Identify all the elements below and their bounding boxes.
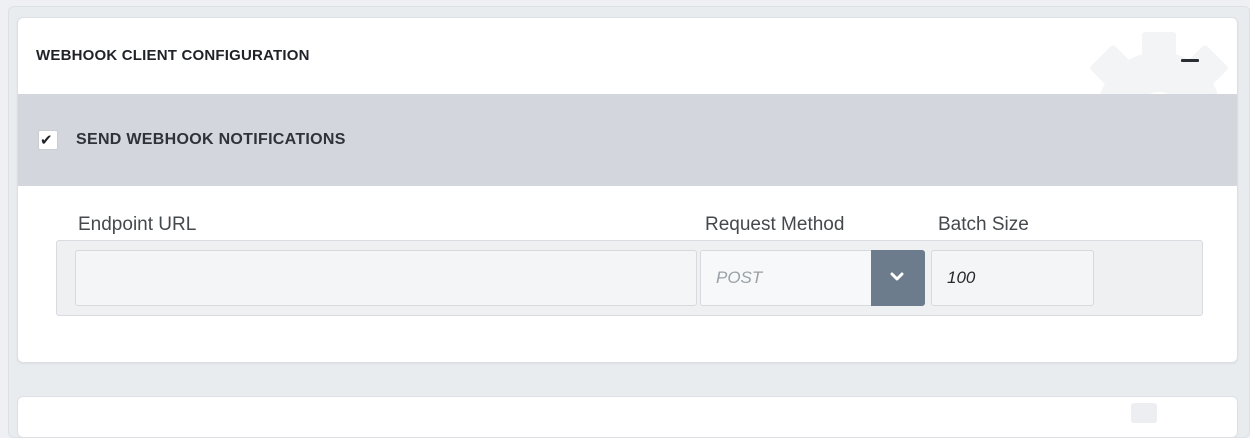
batch-size-label: Batch Size <box>938 214 1029 235</box>
send-notifications-label[interactable]: SEND WEBHOOK NOTIFICATIONS <box>76 131 346 149</box>
endpoint-url-input[interactable] <box>75 250 697 306</box>
endpoint-url-label: Endpoint URL <box>78 214 197 235</box>
webhook-config-panel: WEBHOOK CLIENT CONFIGURATION ✔ SEND WEBH… <box>17 17 1238 363</box>
collapse-button[interactable] <box>1168 42 1212 78</box>
chevron-down-icon <box>890 272 904 281</box>
panel-header: WEBHOOK CLIENT CONFIGURATION <box>18 18 1237 134</box>
minus-icon <box>1181 59 1199 62</box>
checkmark-icon: ✔ <box>40 131 53 149</box>
batch-size-input[interactable]: 100 <box>931 250 1094 306</box>
webhook-form-row: POST 100 <box>56 240 1203 316</box>
next-panel <box>17 396 1238 438</box>
request-method-dropdown-button[interactable] <box>871 250 925 306</box>
next-panel-icon <box>1131 403 1157 423</box>
request-method-label: Request Method <box>705 214 845 235</box>
send-notifications-checkbox[interactable]: ✔ <box>38 130 58 150</box>
notifications-band: ✔ SEND WEBHOOK NOTIFICATIONS <box>18 94 1237 186</box>
panel-title: WEBHOOK CLIENT CONFIGURATION <box>36 47 310 64</box>
request-method-select[interactable]: POST <box>700 250 871 306</box>
